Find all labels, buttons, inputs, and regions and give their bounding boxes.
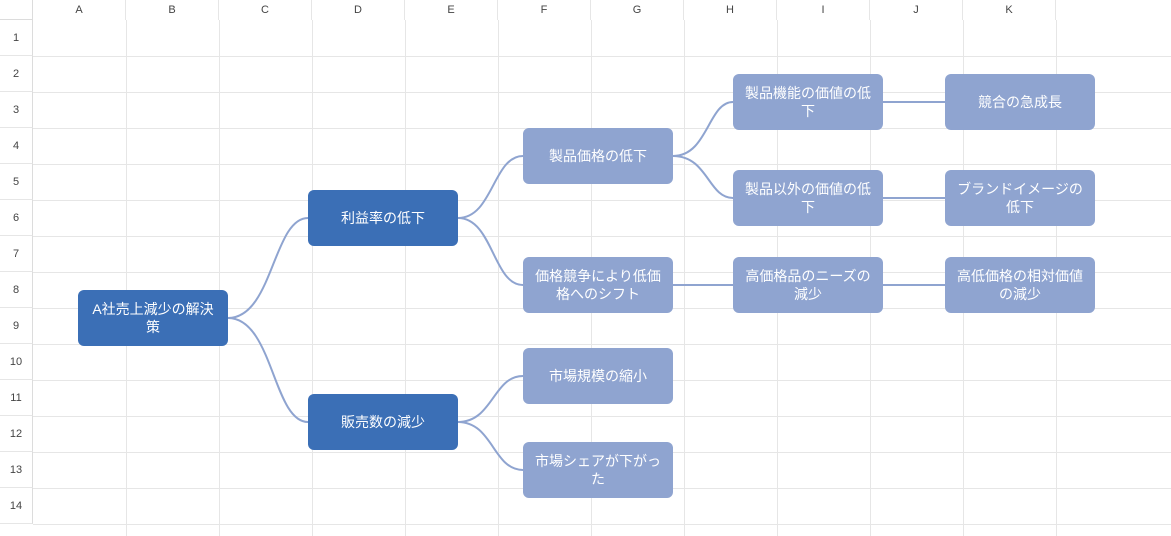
tree-node-l3[interactable]: 製品以外の価値の低下	[733, 170, 883, 226]
row-headers: 1 2 3 4 5 6 7 8 9 10 11 12 13 14	[0, 20, 33, 524]
row-head[interactable]: 8	[0, 272, 33, 308]
col-head[interactable]: E	[405, 0, 498, 20]
node-label: 製品価格の低下	[549, 147, 647, 165]
spreadsheet-view: A B C D E F G H I J K 1 2 3 4 5 6 7 8 9 …	[0, 0, 1171, 536]
node-label: 製品機能の価値の低下	[741, 84, 875, 120]
row-head[interactable]: 10	[0, 344, 33, 380]
tree-node-l2[interactable]: 市場シェアが下がった	[523, 442, 673, 498]
tree-node-l2[interactable]: 市場規模の縮小	[523, 348, 673, 404]
node-label: 利益率の低下	[341, 209, 425, 227]
row-head[interactable]: 4	[0, 128, 33, 164]
node-label: 競合の急成長	[978, 93, 1062, 111]
row-head[interactable]: 11	[0, 380, 33, 416]
row-head[interactable]: 1	[0, 20, 33, 56]
tree-node-l1[interactable]: 利益率の低下	[308, 190, 458, 246]
tree-node-l3[interactable]: 高価格品のニーズの減少	[733, 257, 883, 313]
node-label: A社売上減少の解決策	[86, 300, 220, 336]
tree-node-l3[interactable]: 製品機能の価値の低下	[733, 74, 883, 130]
row-head[interactable]: 2	[0, 56, 33, 92]
select-all-triangle[interactable]	[0, 0, 33, 20]
col-head[interactable]: K	[963, 0, 1056, 20]
column-headers: A B C D E F G H I J K	[33, 0, 1056, 20]
col-head[interactable]: I	[777, 0, 870, 20]
node-label: ブランドイメージの低下	[953, 180, 1087, 216]
tree-node-l1[interactable]: 販売数の減少	[308, 394, 458, 450]
tree-node-l4[interactable]: ブランドイメージの低下	[945, 170, 1095, 226]
tree-root[interactable]: A社売上減少の解決策	[78, 290, 228, 346]
node-label: 製品以外の価値の低下	[741, 180, 875, 216]
col-head[interactable]: C	[219, 0, 312, 20]
col-head[interactable]: A	[33, 0, 126, 20]
node-label: 高低価格の相対価値の減少	[953, 267, 1087, 303]
row-head[interactable]: 5	[0, 164, 33, 200]
row-head[interactable]: 7	[0, 236, 33, 272]
row-head[interactable]: 14	[0, 488, 33, 524]
row-head[interactable]: 6	[0, 200, 33, 236]
node-label: 販売数の減少	[341, 413, 425, 431]
node-label: 市場規模の縮小	[549, 367, 647, 385]
row-head[interactable]: 13	[0, 452, 33, 488]
col-head[interactable]: G	[591, 0, 684, 20]
row-head[interactable]: 12	[0, 416, 33, 452]
col-head[interactable]: B	[126, 0, 219, 20]
tree-node-l2[interactable]: 価格競争により低価格へのシフト	[523, 257, 673, 313]
node-label: 高価格品のニーズの減少	[741, 267, 875, 303]
col-head[interactable]: J	[870, 0, 963, 20]
row-head[interactable]: 3	[0, 92, 33, 128]
col-head[interactable]: H	[684, 0, 777, 20]
tree-node-l4[interactable]: 競合の急成長	[945, 74, 1095, 130]
node-label: 市場シェアが下がった	[531, 452, 665, 488]
node-label: 価格競争により低価格へのシフト	[531, 267, 665, 303]
tree-node-l2[interactable]: 製品価格の低下	[523, 128, 673, 184]
col-head[interactable]: D	[312, 0, 405, 20]
row-head[interactable]: 9	[0, 308, 33, 344]
tree-node-l4[interactable]: 高低価格の相対価値の減少	[945, 257, 1095, 313]
col-head[interactable]: F	[498, 0, 591, 20]
